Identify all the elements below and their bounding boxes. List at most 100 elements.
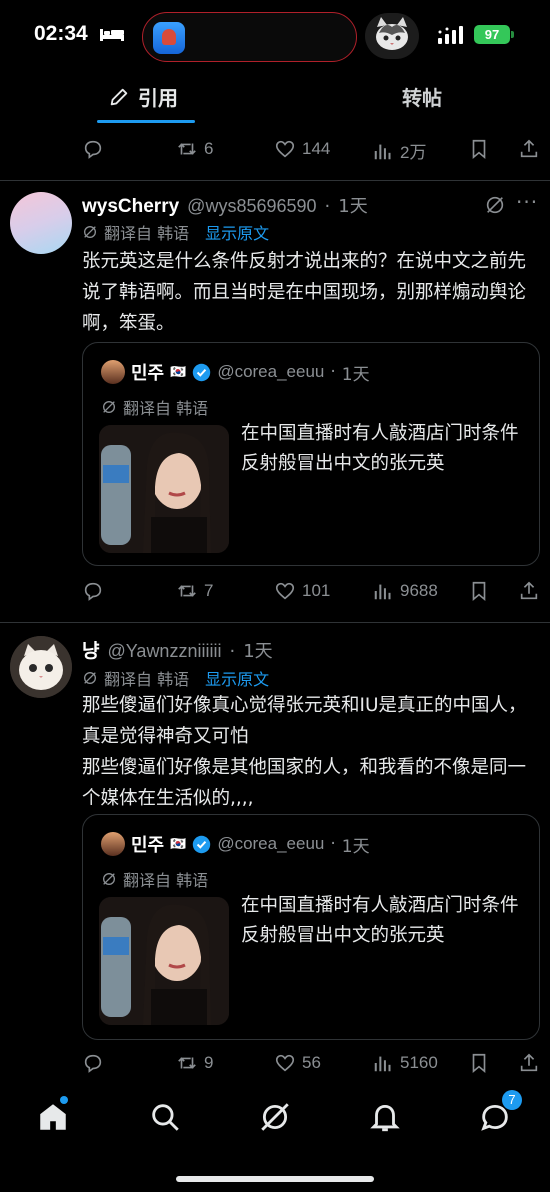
- translate-icon: [103, 873, 115, 885]
- translated-from-label: 翻译自 韩语: [104, 224, 190, 243]
- separator-dot: ·: [229, 641, 236, 662]
- repost-icon: [178, 1057, 196, 1069]
- more-options-icon[interactable]: ···: [516, 190, 538, 214]
- tweet-header: wysCherry @wys85696590 · 1天: [82, 192, 368, 218]
- bookmark-icon: [472, 1053, 486, 1074]
- video-thumbnail[interactable]: [99, 425, 229, 553]
- action-bar: 9 56 5160: [0, 1052, 550, 1082]
- avatar[interactable]: [10, 636, 72, 698]
- divider: [0, 180, 550, 181]
- bottom-navigation: 7: [0, 1090, 550, 1150]
- quoted-translated-from-label: 翻译自 韩语: [123, 399, 209, 418]
- share-button[interactable]: [518, 1052, 540, 1074]
- translation-note: 翻译自 韩语 显示原文: [82, 666, 269, 690]
- search-icon: [152, 1104, 179, 1131]
- home-indicator-bar[interactable]: [176, 1176, 374, 1182]
- korea-flag-emoji: 🇰🇷: [170, 836, 187, 852]
- status-time: 02:34: [34, 22, 88, 45]
- views-button[interactable]: 9688: [372, 580, 438, 602]
- cat-app-icon[interactable]: [365, 13, 419, 59]
- quoted-display-name: 민주: [131, 835, 165, 856]
- status-bar: 02:34 97: [0, 0, 550, 72]
- repost-icon: [178, 585, 196, 597]
- bookmark-button[interactable]: [468, 138, 490, 160]
- bookmark-icon: [472, 581, 486, 602]
- quoted-handle: @corea_eeuu: [217, 362, 325, 381]
- tweet-time: 1天: [243, 641, 273, 662]
- video-thumbnail[interactable]: [99, 897, 229, 1025]
- reply-icon: [84, 582, 102, 601]
- quoted-display-name: 민주: [131, 363, 165, 384]
- user-handle[interactable]: @Yawnzzniiiiii: [107, 641, 221, 662]
- tab-quote[interactable]: 引用: [108, 82, 178, 111]
- quoted-time: 1天: [341, 836, 370, 857]
- repost-button[interactable]: 9: [176, 1052, 213, 1074]
- reply-button[interactable]: [82, 1052, 104, 1074]
- quoted-time: 1天: [341, 364, 370, 385]
- views-button[interactable]: 5160: [372, 1052, 438, 1074]
- tweet-header: 냥 @Yawnzzniiiiii · 1天: [82, 636, 273, 663]
- korea-flag-emoji: 🇰🇷: [170, 364, 187, 380]
- repost-button[interactable]: 7: [176, 580, 213, 602]
- share-button[interactable]: [518, 138, 540, 160]
- dynamic-island[interactable]: [142, 12, 357, 62]
- repost-count: 9: [204, 1053, 214, 1072]
- views-chart-icon: [374, 1056, 391, 1072]
- home-icon: [40, 1104, 66, 1130]
- tab-repost[interactable]: 转帖: [402, 82, 442, 111]
- live-activity-app-icon[interactable]: [153, 22, 185, 54]
- verified-badge-icon: [193, 835, 211, 853]
- display-name[interactable]: wysCherry: [82, 196, 179, 218]
- like-button[interactable]: 101: [274, 580, 330, 602]
- nav-notifications[interactable]: [368, 1100, 402, 1134]
- heart-icon: [275, 140, 295, 158]
- cellular-signal-icon: [438, 26, 463, 44]
- quoted-avatar: [101, 360, 125, 384]
- quoted-tweet-card[interactable]: 민주 🇰🇷 @corea_eeuu · 1天 翻译自 韩语 在中国直播时有人敲酒…: [82, 342, 540, 566]
- reply-button[interactable]: [82, 580, 104, 602]
- show-original-link[interactable]: 显示原文: [205, 220, 269, 244]
- nav-search[interactable]: [148, 1100, 182, 1134]
- share-button[interactable]: [518, 580, 540, 602]
- bookmark-icon: [472, 139, 486, 160]
- heart-icon: [275, 1054, 295, 1072]
- show-original-link[interactable]: 显示原文: [205, 666, 269, 690]
- grok-icon: [261, 1103, 289, 1131]
- views-button[interactable]: 2万: [372, 138, 426, 163]
- tweet-time: 1天: [338, 196, 368, 217]
- repost-button[interactable]: 6: [176, 138, 213, 160]
- views-count: 5160: [400, 1053, 438, 1072]
- bookmark-button[interactable]: [468, 1052, 490, 1074]
- repost-count: 7: [204, 581, 214, 600]
- like-button[interactable]: 56: [274, 1052, 321, 1074]
- like-count: 101: [302, 581, 331, 600]
- grok-icon[interactable]: [484, 194, 506, 216]
- quoted-separator-dot: ·: [330, 834, 336, 854]
- like-button[interactable]: 144: [274, 138, 330, 160]
- repost-count: 6: [204, 139, 214, 158]
- action-bar: 6 144 2万: [0, 138, 550, 168]
- reply-icon: [84, 1054, 102, 1073]
- like-count: 56: [302, 1053, 321, 1072]
- nav-home[interactable]: [36, 1100, 70, 1134]
- avatar[interactable]: [10, 192, 72, 254]
- separator-dot: ·: [324, 196, 331, 217]
- nav-grok[interactable]: [258, 1100, 292, 1134]
- quoted-tweet-card[interactable]: 민주 🇰🇷 @corea_eeuu · 1天 翻译自 韩语 在中国直播时有人敲酒…: [82, 814, 540, 1040]
- reply-button[interactable]: [82, 138, 104, 160]
- views-count: 2万: [400, 143, 427, 162]
- quoted-translation-note: 翻译自 韩语: [101, 867, 208, 891]
- quoted-handle: @corea_eeuu: [217, 834, 325, 853]
- repost-icon: [178, 143, 196, 155]
- user-handle[interactable]: @wys85696590: [187, 196, 316, 217]
- display-name[interactable]: 냥: [82, 636, 99, 663]
- tweet-text: 张元英这是什么条件反射才说出来的？在说中文之前先说了韩语啊。而且当时是在中国现场…: [82, 251, 527, 334]
- bookmark-button[interactable]: [468, 580, 490, 602]
- views-chart-icon: [374, 144, 391, 159]
- views-count: 9688: [400, 581, 438, 600]
- translate-icon: [84, 672, 96, 684]
- quoted-tweet-text: 在中国直播时有人敲酒店门时条件反射般冒出中文的张元英: [241, 423, 519, 474]
- quoted-translation-note: 翻译自 韩语: [101, 395, 208, 419]
- verified-badge-icon: [193, 363, 211, 381]
- quoted-translated-from-label: 翻译自 韩语: [123, 871, 209, 890]
